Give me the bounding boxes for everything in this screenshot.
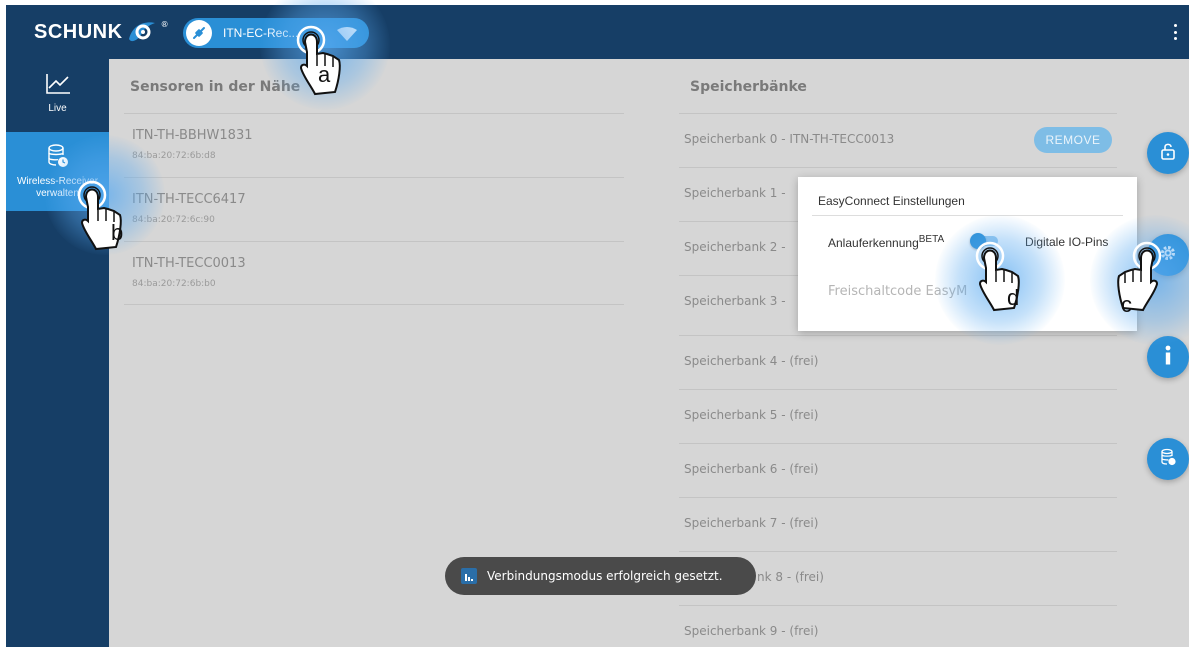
info-icon	[1164, 345, 1172, 369]
anlauferkennung-label: AnlauferkennungBETA	[828, 234, 945, 250]
list-item[interactable]: Speicherbank 5 - (frei)	[679, 389, 1117, 443]
tap-hand-icon	[77, 180, 122, 251]
bank-label: Speicherbank 6 - (frei)	[684, 462, 819, 476]
popup-title: EasyConnect Einstellungen	[818, 194, 965, 208]
beta-badge: BETA	[918, 234, 945, 245]
list-item[interactable]: Speicherbank 0 - ITN-TH-TECC0013 REMOVE	[679, 113, 1117, 167]
list-item[interactable]: ITN-TH-TECC0013 84:ba:20:72:6b:b0	[124, 241, 624, 305]
bank-label: Speicherbank 3 -	[684, 294, 786, 308]
bank-label: Speicherbank 2 -	[684, 240, 786, 254]
list-item[interactable]: ITN-TH-TECC6417 84:ba:20:72:6c:90	[124, 177, 624, 241]
bank-label: Speicherbank 5 - (frei)	[684, 408, 819, 422]
sidebar-item-live[interactable]: Live	[6, 59, 109, 129]
list-item[interactable]: Speicherbank 6 - (frei)	[679, 443, 1117, 497]
lock-button[interactable]	[1147, 132, 1189, 174]
bank-label: Speicherbank 4 - (frei)	[684, 354, 819, 368]
overflow-menu-icon[interactable]	[1169, 19, 1181, 45]
app-icon	[461, 568, 477, 584]
toast-text: Verbindungsmodus erfolgreich gesetzt.	[487, 569, 723, 583]
tap-hand-icon	[975, 241, 1020, 312]
top-app-bar: SCHUNK ® ITN-EC-Rec...	[6, 5, 1189, 59]
annotation-label: a	[318, 62, 331, 87]
list-item[interactable]: ITN-TH-BBHW1831 84:ba:20:72:6b:d8	[124, 113, 624, 177]
schunk-logo: SCHUNK ®	[34, 19, 169, 45]
toast-notification: Verbindungsmodus erfolgreich gesetzt.	[445, 557, 756, 595]
logo-text: SCHUNK	[34, 20, 123, 43]
popup-divider	[812, 215, 1123, 216]
remove-button[interactable]: REMOVE	[1034, 127, 1112, 153]
list-item[interactable]: Speicherbank 4 - (frei)	[679, 335, 1117, 389]
bank-label: Speicherbank 9 - (frei)	[684, 624, 819, 638]
sensor-name: ITN-TH-BBHW1831	[132, 128, 253, 143]
tap-hand-icon	[1117, 241, 1162, 312]
annotation-label: c	[1121, 292, 1132, 317]
plug-icon	[186, 20, 212, 46]
receiver-storage-button[interactable]	[1147, 438, 1189, 480]
bank-label: Speicherbank 1 -	[684, 186, 786, 200]
bank-label: Speicherbank 7 - (frei)	[684, 516, 819, 530]
logo-mark-icon	[125, 19, 159, 45]
lock-icon	[1160, 142, 1176, 164]
chart-line-icon	[45, 73, 71, 99]
annotation-label: b	[111, 220, 124, 245]
database-clock-icon	[1160, 448, 1176, 470]
sensor-mac: 84:ba:20:72:6b:b0	[132, 279, 216, 289]
sensor-name: ITN-TH-TECC0013	[132, 256, 246, 271]
annotation-label: d	[1007, 285, 1020, 310]
registered-mark: ®	[160, 19, 169, 29]
sidebar-item-label: Live	[48, 103, 67, 114]
bank-label: Speicherbank 0 - ITN-TH-TECC0013	[684, 132, 895, 146]
list-item[interactable]: Speicherbank 7 - (frei)	[679, 497, 1117, 551]
bank-label: nk 8 - (frei)	[757, 570, 824, 584]
list-item[interactable]: Speicherbank 9 - (frei)	[679, 605, 1117, 647]
banks-title: Speicherbänke	[690, 79, 807, 95]
